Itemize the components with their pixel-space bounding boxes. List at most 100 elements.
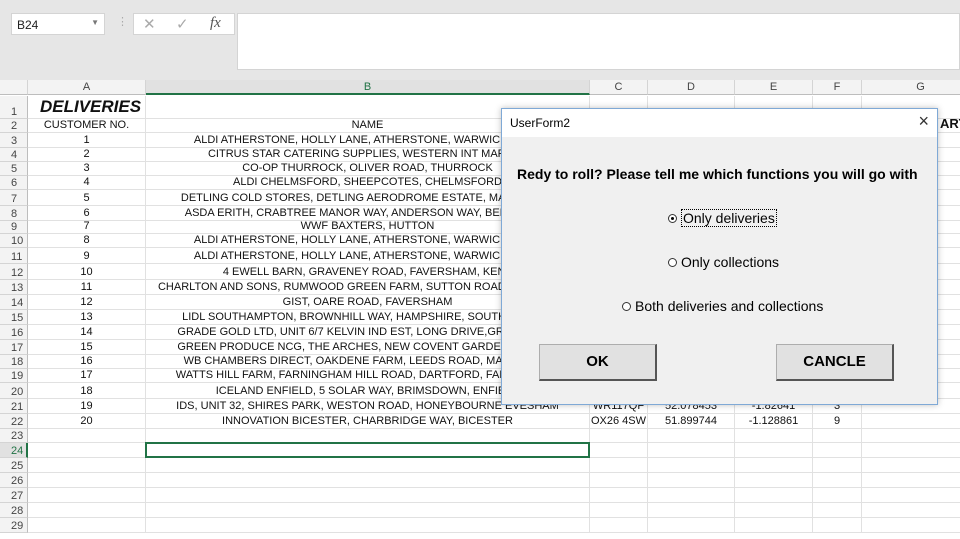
- cell-E23[interactable]: [735, 429, 813, 443]
- column-header-D[interactable]: D: [648, 80, 735, 95]
- cell-G24[interactable]: [862, 443, 960, 458]
- cell-A25[interactable]: [28, 458, 146, 473]
- cell-A2[interactable]: CUSTOMER NO.: [28, 119, 146, 133]
- cell-F28[interactable]: [813, 503, 862, 518]
- cell-A3[interactable]: 1: [28, 133, 146, 148]
- cell-C24[interactable]: [590, 443, 648, 458]
- row-header-4[interactable]: 4: [0, 148, 28, 162]
- radio-option-1[interactable]: Only deliveries: [668, 209, 777, 227]
- cell-E27[interactable]: [735, 488, 813, 503]
- row-header-26[interactable]: 26: [0, 473, 28, 488]
- row-header-15[interactable]: 15: [0, 310, 28, 325]
- row-header-7[interactable]: 7: [0, 190, 28, 206]
- cell-E24[interactable]: [735, 443, 813, 458]
- row-header-23[interactable]: 23: [0, 429, 28, 443]
- cell-G27[interactable]: [862, 488, 960, 503]
- cell-F29[interactable]: [813, 518, 862, 533]
- cell-F26[interactable]: [813, 473, 862, 488]
- cell-C25[interactable]: [590, 458, 648, 473]
- cell-D28[interactable]: [648, 503, 735, 518]
- cell-A8[interactable]: 6: [28, 206, 146, 221]
- cell-A20[interactable]: 18: [28, 383, 146, 399]
- cell-D25[interactable]: [648, 458, 735, 473]
- cell-A23[interactable]: [28, 429, 146, 443]
- cell-A22[interactable]: 20: [28, 414, 146, 429]
- cell-D29[interactable]: [648, 518, 735, 533]
- cell-A14[interactable]: 12: [28, 295, 146, 310]
- cell-A9[interactable]: 7: [28, 221, 146, 234]
- row-header-20[interactable]: 20: [0, 383, 28, 399]
- row-header-16[interactable]: 16: [0, 325, 28, 340]
- row-header-14[interactable]: 14: [0, 295, 28, 310]
- cell-B22[interactable]: INNOVATION BICESTER, CHARBRIDGE WAY, BIC…: [146, 414, 590, 429]
- cell-B26[interactable]: [146, 473, 590, 488]
- cell-E22[interactable]: -1.128861: [735, 414, 813, 429]
- row-header-25[interactable]: 25: [0, 458, 28, 473]
- close-icon[interactable]: ×: [918, 111, 929, 132]
- row-header-21[interactable]: 21: [0, 399, 28, 414]
- formula-input[interactable]: [237, 13, 960, 70]
- cell-A29[interactable]: [28, 518, 146, 533]
- cell-F24[interactable]: [813, 443, 862, 458]
- cell-C22[interactable]: OX26 4SW: [590, 414, 648, 429]
- cell-A16[interactable]: 14: [28, 325, 146, 340]
- cell-A13[interactable]: 11: [28, 280, 146, 295]
- cell-A10[interactable]: 8: [28, 234, 146, 248]
- row-header-1[interactable]: 1: [0, 96, 28, 119]
- cell-C29[interactable]: [590, 518, 648, 533]
- cell-D23[interactable]: [648, 429, 735, 443]
- cell-E28[interactable]: [735, 503, 813, 518]
- cell-A21[interactable]: 19: [28, 399, 146, 414]
- column-header-E[interactable]: E: [735, 80, 813, 95]
- column-header-F[interactable]: F: [813, 80, 862, 95]
- cell-F23[interactable]: [813, 429, 862, 443]
- row-header-29[interactable]: 29: [0, 518, 28, 533]
- radio-checked-icon[interactable]: [668, 213, 677, 223]
- column-header-C[interactable]: C: [590, 80, 648, 95]
- cell-G29[interactable]: [862, 518, 960, 533]
- row-header-22[interactable]: 22: [0, 414, 28, 429]
- row-header-6[interactable]: 6: [0, 176, 28, 190]
- cell-A6[interactable]: 4: [28, 176, 146, 190]
- cell-B28[interactable]: [146, 503, 590, 518]
- cancel-icon[interactable]: ✕: [143, 15, 156, 33]
- row-header-2[interactable]: 2: [0, 119, 28, 133]
- row-header-19[interactable]: 19: [0, 369, 28, 383]
- row-header-3[interactable]: 3: [0, 133, 28, 148]
- row-header-13[interactable]: 13: [0, 280, 28, 295]
- cell-B25[interactable]: [146, 458, 590, 473]
- cell-G28[interactable]: [862, 503, 960, 518]
- radio-option-2[interactable]: Only collections: [668, 254, 779, 270]
- insert-function-icon[interactable]: fx: [210, 15, 221, 32]
- cell-F22[interactable]: 9: [813, 414, 862, 429]
- cell-G26[interactable]: [862, 473, 960, 488]
- cell-A4[interactable]: 2: [28, 148, 146, 162]
- cell-G25[interactable]: [862, 458, 960, 473]
- cell-D22[interactable]: 51.899744: [648, 414, 735, 429]
- row-header-27[interactable]: 27: [0, 488, 28, 503]
- cell-C27[interactable]: [590, 488, 648, 503]
- cell-B27[interactable]: [146, 488, 590, 503]
- row-header-24[interactable]: 24: [0, 443, 28, 458]
- cell-A7[interactable]: 5: [28, 190, 146, 206]
- cell-D27[interactable]: [648, 488, 735, 503]
- cell-A11[interactable]: 9: [28, 248, 146, 264]
- cell-F25[interactable]: [813, 458, 862, 473]
- cell-F27[interactable]: [813, 488, 862, 503]
- row-header-8[interactable]: 8: [0, 206, 28, 221]
- cell-A1[interactable]: DELIVERIES: [28, 96, 146, 119]
- row-header-10[interactable]: 10: [0, 234, 28, 248]
- cell-A5[interactable]: 3: [28, 162, 146, 176]
- cell-E25[interactable]: [735, 458, 813, 473]
- cell-E26[interactable]: [735, 473, 813, 488]
- cell-A17[interactable]: 15: [28, 340, 146, 355]
- ok-button[interactable]: OK: [539, 344, 657, 381]
- cell-A26[interactable]: [28, 473, 146, 488]
- cell-C26[interactable]: [590, 473, 648, 488]
- row-header-28[interactable]: 28: [0, 503, 28, 518]
- row-header-11[interactable]: 11: [0, 248, 28, 264]
- drag-handle-icon[interactable]: ⋮: [117, 15, 128, 28]
- chevron-down-icon[interactable]: ▼: [91, 18, 99, 27]
- cell-B23[interactable]: [146, 429, 590, 443]
- cell-E29[interactable]: [735, 518, 813, 533]
